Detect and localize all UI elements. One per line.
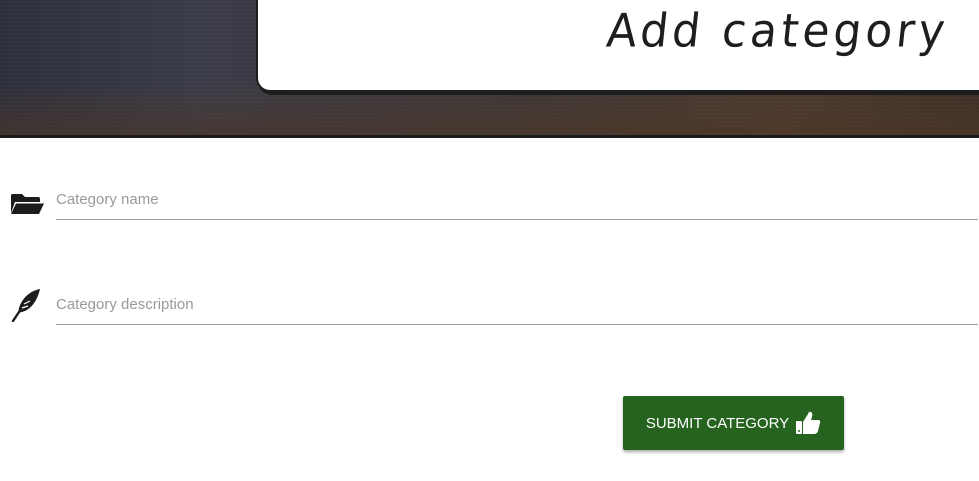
category-name-field — [0, 180, 979, 240]
thumbs-up-icon — [795, 410, 821, 436]
page-title: Add category — [604, 4, 952, 59]
header-banner: Add category — [0, 0, 979, 138]
category-description-input[interactable] — [56, 285, 978, 325]
submit-category-button[interactable]: SUBMIT CATEGORY — [623, 396, 844, 450]
feather-icon — [10, 288, 44, 323]
submit-button-label: SUBMIT CATEGORY — [645, 414, 790, 432]
folder-open-icon — [10, 186, 44, 220]
category-name-input[interactable] — [56, 180, 978, 220]
category-description-field — [0, 284, 979, 344]
